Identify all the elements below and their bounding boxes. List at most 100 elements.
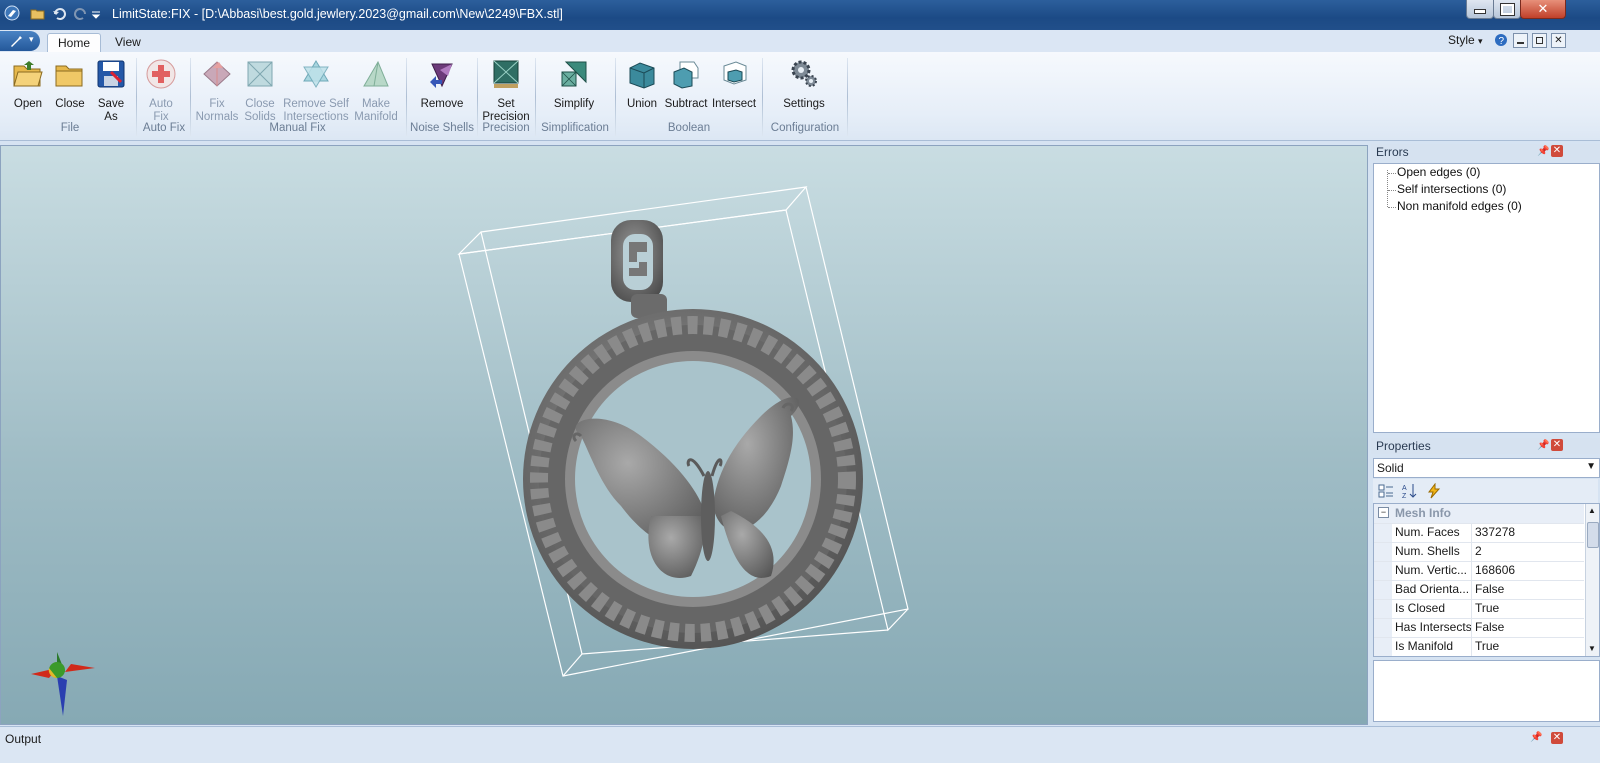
property-key: Num. Shells <box>1395 544 1460 558</box>
open-button[interactable]: Open <box>10 58 46 111</box>
pendant-model-render[interactable] <box>1 146 1367 724</box>
property-row[interactable]: Has Intersects False <box>1374 618 1584 638</box>
errors-tree: Open edges (0) Self intersections (0) No… <box>1373 163 1600 433</box>
column-divider <box>1471 542 1472 561</box>
group-separator <box>847 58 848 136</box>
group-separator <box>190 58 191 136</box>
intersect-button[interactable]: Intersect <box>710 58 758 111</box>
scroll-up-icon[interactable]: ▲ <box>1588 506 1596 515</box>
make-manifold-label-1: Make <box>361 98 391 110</box>
lightning-events-icon[interactable] <box>1426 483 1442 499</box>
output-panel: Output 📌 ✕ <box>0 726 1600 763</box>
categorized-view-icon[interactable] <box>1378 483 1394 499</box>
close-button[interactable]: Close <box>52 58 88 111</box>
properties-panel-close-button[interactable]: ✕ <box>1551 439 1563 451</box>
scroll-down-icon[interactable]: ▼ <box>1588 644 1596 653</box>
property-grid-scrollbar[interactable]: ▲ ▼ <box>1585 504 1599 656</box>
remove-noise-shells-button[interactable]: Remove <box>420 58 464 111</box>
remove-self-label-1: Remove Self <box>283 98 349 110</box>
error-open-edges[interactable]: Open edges (0) <box>1397 165 1480 179</box>
auto-fix-button[interactable]: Auto Fix <box>143 58 179 124</box>
property-row[interactable]: Bad Orienta... False <box>1374 580 1584 600</box>
property-value: True <box>1475 601 1500 615</box>
subtract-button[interactable]: Subtract <box>662 58 710 111</box>
column-divider <box>1471 618 1472 637</box>
customize-toolbar-icon[interactable] <box>91 6 101 22</box>
tab-home[interactable]: Home <box>47 33 102 53</box>
property-row[interactable]: Is Manifold True <box>1374 637 1584 656</box>
mesh-info-section-label: Mesh Info <box>1395 506 1451 520</box>
union-cubes-icon <box>629 62 655 89</box>
tab-view[interactable]: View <box>105 33 151 52</box>
minimize-window-button[interactable] <box>1466 0 1494 19</box>
fix-normals-button[interactable]: Fix Normals <box>195 58 239 124</box>
redo-icon[interactable] <box>72 6 88 22</box>
restore-window-button[interactable] <box>1493 0 1521 19</box>
close-window-button[interactable]: ✕ <box>1520 0 1566 19</box>
set-precision-button[interactable]: Set Precision <box>482 58 530 124</box>
scrollbar-thumb[interactable] <box>1587 522 1599 548</box>
pin-icon[interactable]: 📌 <box>1537 440 1549 451</box>
pin-icon[interactable]: 📌 <box>1530 732 1542 743</box>
collapse-icon[interactable]: − <box>1378 507 1389 518</box>
save-as-label-1: Save <box>97 98 125 110</box>
errors-panel-close-button[interactable]: ✕ <box>1551 145 1563 157</box>
property-row[interactable]: Num. Vertic... 168606 <box>1374 561 1584 581</box>
column-divider <box>1471 599 1472 618</box>
output-panel-close-button[interactable]: ✕ <box>1551 732 1563 744</box>
property-row[interactable]: Num. Shells 2 <box>1374 542 1584 562</box>
make-manifold-button[interactable]: Make Manifold <box>352 58 400 124</box>
property-value: 2 <box>1475 544 1482 558</box>
gears-icon <box>791 60 817 87</box>
star-of-david-icon <box>303 60 329 88</box>
group-auto-fix-label: Auto Fix <box>142 122 186 134</box>
chevron-down-icon: ▼ <box>1586 461 1596 472</box>
property-row[interactable]: Num. Faces 337278 <box>1374 523 1584 543</box>
simplify-button[interactable]: Simplify <box>550 58 598 111</box>
app-logo-icon[interactable] <box>4 5 20 21</box>
property-value: 337278 <box>1475 525 1516 539</box>
mesh-info-section[interactable]: − Mesh Info <box>1374 504 1584 524</box>
property-key: Num. Faces <box>1395 525 1460 539</box>
save-as-button[interactable]: Save As <box>94 58 128 124</box>
set-precision-icon <box>493 60 519 88</box>
object-select[interactable]: Solid ▼ <box>1373 458 1600 478</box>
errors-panel-header: Errors 📌 ✕ <box>1371 144 1600 160</box>
group-manual-fix-label: Manual Fix <box>269 122 326 134</box>
property-key: Is Closed <box>1395 601 1446 615</box>
group-file-label: File <box>60 122 80 134</box>
error-self-intersections[interactable]: Self intersections (0) <box>1397 182 1506 196</box>
group-separator <box>136 58 137 136</box>
closed-folder-icon <box>55 65 83 87</box>
help-icon[interactable]: ? <box>1494 33 1508 47</box>
close-solids-button[interactable]: Close Solids <box>240 58 280 124</box>
undo-icon[interactable] <box>52 6 68 22</box>
property-key: Is Manifold <box>1395 639 1454 653</box>
remove-self-intersections-button[interactable]: Remove Self Intersections <box>282 58 350 124</box>
open-folder-icon[interactable] <box>30 6 46 22</box>
error-non-manifold-edges[interactable]: Non manifold edges (0) <box>1397 199 1522 213</box>
save-disk-icon <box>97 60 125 88</box>
tree-branch <box>1388 173 1396 174</box>
style-menu[interactable]: Style ▾ <box>1448 33 1483 47</box>
sort-alphabetical-icon[interactable]: AZ <box>1402 483 1418 499</box>
document-restore-button[interactable] <box>1532 33 1547 48</box>
application-menu-button[interactable]: ▾ <box>0 31 40 51</box>
pin-icon[interactable]: 📌 <box>1537 146 1549 157</box>
group-separator <box>406 58 407 136</box>
set-precision-label-1: Set <box>497 98 515 110</box>
group-separator <box>477 58 478 136</box>
ribbon-minimize-button[interactable] <box>1513 33 1528 48</box>
group-simplification-label: Simplification <box>541 122 609 134</box>
3d-viewport[interactable] <box>0 145 1368 725</box>
property-row[interactable]: Is Closed True <box>1374 599 1584 619</box>
window-title: LimitState:FIX - [D:\Abbasi\best.gold.je… <box>112 7 563 21</box>
document-close-button[interactable]: ✕ <box>1551 33 1566 48</box>
axis-orientation-icon[interactable] <box>27 646 99 718</box>
tree-branch <box>1388 207 1396 208</box>
first-aid-cross-icon <box>146 59 176 89</box>
union-button[interactable]: Union <box>624 58 660 111</box>
properties-panel-title: Properties <box>1376 439 1431 453</box>
settings-button[interactable]: Settings <box>780 58 828 111</box>
make-manifold-icon <box>363 60 389 87</box>
